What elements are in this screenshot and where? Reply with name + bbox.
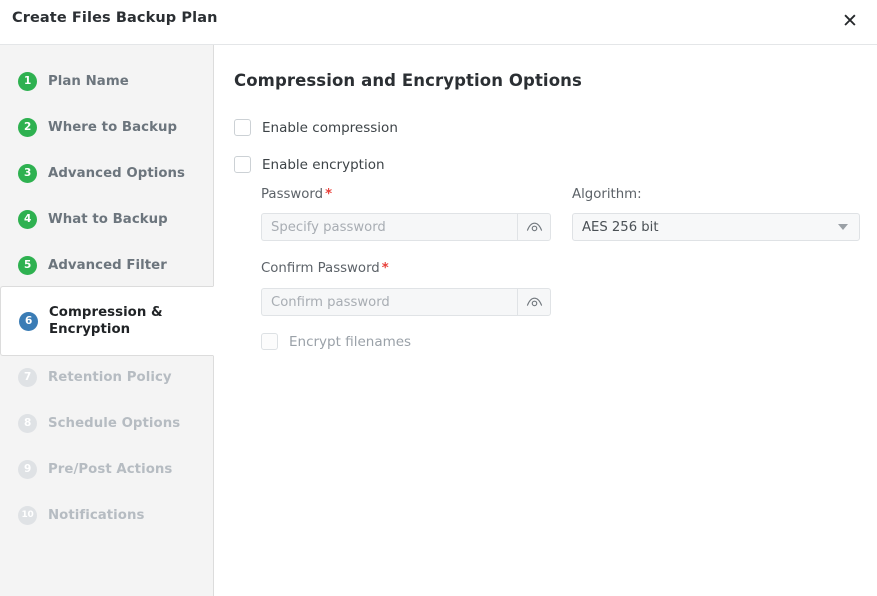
sidebar-item-pre-post-actions: 9 Pre/Post Actions (0, 446, 214, 492)
algorithm-label: Algorithm: (572, 187, 642, 202)
confirm-password-reveal-eye-icon[interactable] (517, 288, 551, 316)
password-input-group (261, 213, 551, 241)
step-number-badge: 5 (18, 255, 37, 275)
sidebar-item-label: What to Backup (48, 211, 168, 227)
sidebar-item-notifications: 10 Notifications (0, 492, 214, 538)
password-label-text: Password (261, 187, 324, 202)
dialog-header: Create Files Backup Plan ✕ (0, 0, 877, 45)
step-number-badge: 10 (18, 505, 37, 525)
close-icon[interactable]: ✕ (834, 5, 866, 37)
sidebar-item-retention-policy: 7 Retention Policy (0, 354, 214, 400)
checkbox-icon[interactable] (234, 119, 251, 136)
sidebar-item-label: Advanced Options (48, 165, 186, 181)
checkbox-icon (261, 333, 278, 350)
confirm-password-input[interactable] (261, 288, 517, 316)
sidebar-item-label: Notifications (48, 507, 145, 523)
encrypt-filenames-label: Encrypt filenames (289, 333, 412, 350)
required-marker: * (381, 261, 389, 276)
sidebar-item-what-to-backup[interactable]: 4 What to Backup (0, 196, 214, 242)
wizard-steps-sidebar: 1 Plan Name 2 Where to Backup 3 Advanced… (0, 45, 214, 596)
password-reveal-eye-icon[interactable] (517, 213, 551, 241)
enable-compression-checkbox-row[interactable]: Enable compression (234, 119, 398, 136)
sidebar-item-label: Where to Backup (48, 119, 178, 135)
page-title: Compression and Encryption Options (234, 71, 582, 90)
chevron-down-icon (838, 224, 848, 230)
step-number-badge: 2 (18, 117, 37, 137)
content-pane: Compression and Encryption Options Enabl… (215, 45, 877, 596)
sidebar-item-schedule-options: 8 Schedule Options (0, 400, 214, 446)
confirm-password-input-group (261, 288, 551, 316)
step-number-badge: 1 (18, 71, 37, 91)
sidebar-item-label: Compression & Encryption (49, 305, 163, 337)
required-marker: * (325, 187, 333, 202)
confirm-password-label-text: Confirm Password (261, 261, 380, 276)
dialog-title: Create Files Backup Plan (12, 10, 218, 26)
step-number-badge: 3 (18, 163, 37, 183)
enable-encryption-label: Enable encryption (262, 156, 385, 173)
sidebar-item-label: Pre/Post Actions (48, 461, 173, 477)
password-input[interactable] (261, 213, 517, 241)
sidebar-item-compression-encryption[interactable]: 6 Compression & Encryption (0, 286, 214, 356)
algorithm-selected-value: AES 256 bit (582, 219, 659, 235)
sidebar-item-label: Plan Name (48, 73, 129, 89)
confirm-password-label: Confirm Password * (261, 261, 389, 276)
algorithm-select[interactable]: AES 256 bit (572, 213, 860, 241)
step-number-badge: 4 (18, 209, 37, 229)
enable-encryption-checkbox-row[interactable]: Enable encryption (234, 156, 385, 173)
sidebar-item-advanced-options[interactable]: 3 Advanced Options (0, 150, 214, 196)
step-number-badge: 6 (19, 311, 38, 331)
password-label: Password * (261, 187, 332, 202)
create-backup-plan-dialog: Create Files Backup Plan ✕ 1 Plan Name 2… (0, 0, 877, 596)
sidebar-item-plan-name[interactable]: 1 Plan Name (0, 58, 214, 104)
sidebar-item-where-to-backup[interactable]: 2 Where to Backup (0, 104, 214, 150)
sidebar-item-label: Retention Policy (48, 369, 172, 385)
checkbox-icon[interactable] (234, 156, 251, 173)
step-number-badge: 7 (18, 367, 37, 387)
enable-compression-label: Enable compression (262, 119, 398, 136)
sidebar-item-label: Schedule Options (48, 415, 181, 431)
step-number-badge: 9 (18, 459, 37, 479)
encrypt-filenames-checkbox-row: Encrypt filenames (261, 333, 411, 350)
step-number-badge: 8 (18, 413, 37, 433)
sidebar-item-advanced-filter[interactable]: 5 Advanced Filter (0, 242, 214, 288)
sidebar-item-label: Advanced Filter (48, 257, 167, 273)
